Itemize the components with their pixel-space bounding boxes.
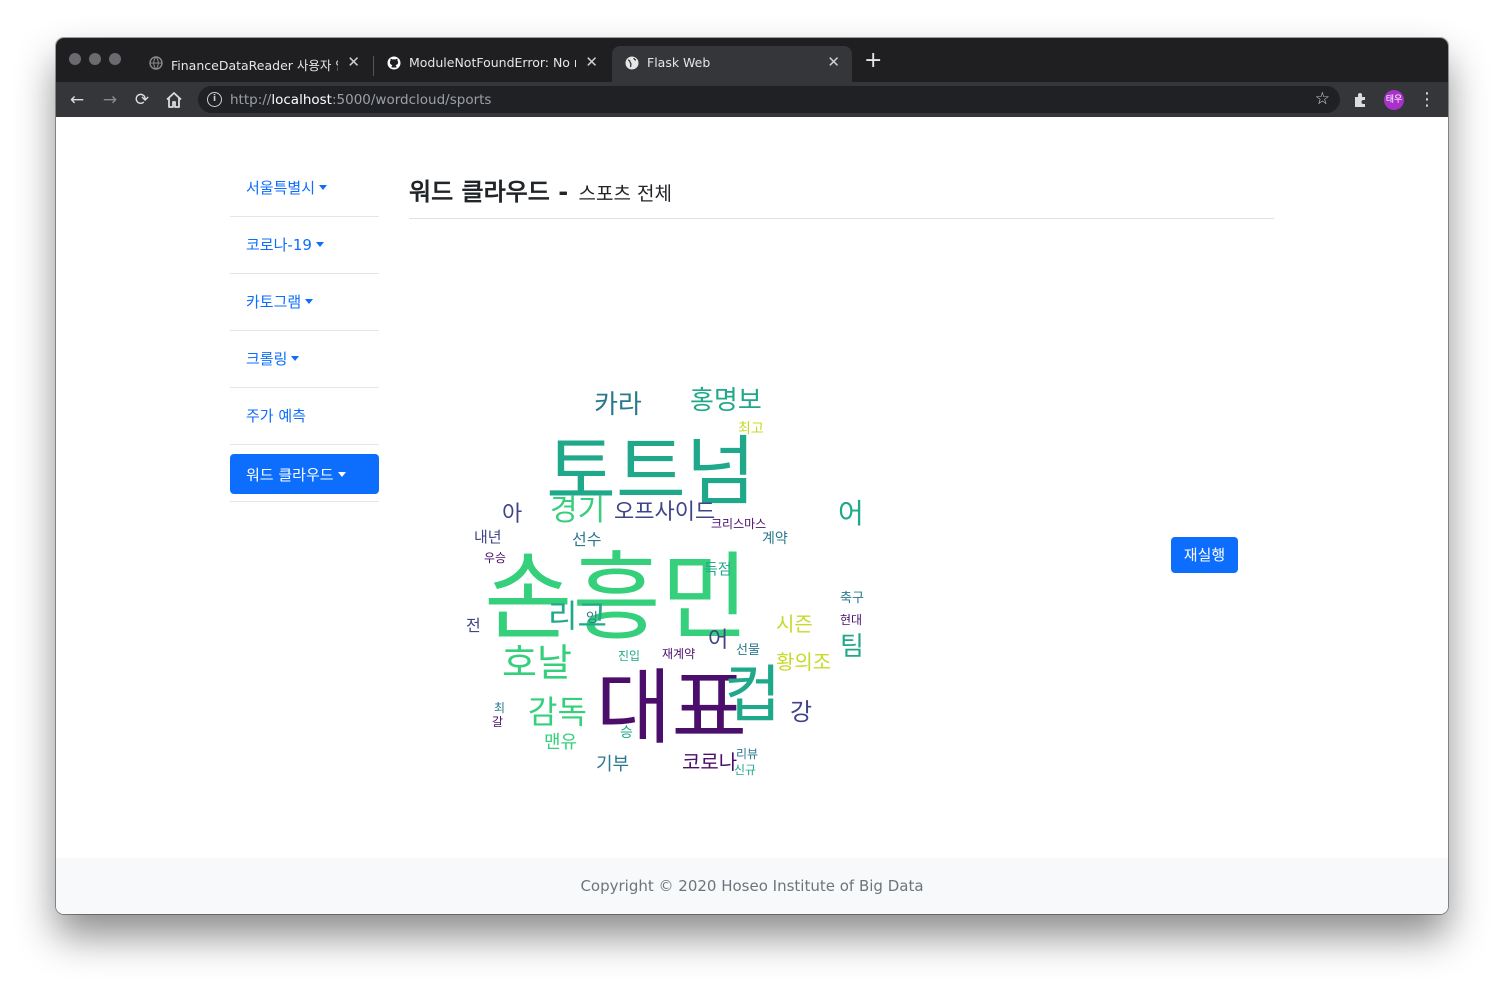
wordcloud-word: 계약 xyxy=(762,531,788,547)
close-icon[interactable]: ✕ xyxy=(585,53,598,71)
caret-down-icon xyxy=(337,472,346,477)
close-icon[interactable]: ✕ xyxy=(827,53,840,71)
wordcloud-word: 승 xyxy=(620,725,633,741)
globe-icon xyxy=(149,56,163,70)
reload-icon[interactable]: ⟳ xyxy=(131,89,153,111)
caret-down-icon xyxy=(305,299,314,304)
browser-window: FinanceDataReader 사용자 안내서 ✕ ModuleNotFou… xyxy=(56,38,1448,914)
profile-avatar[interactable]: 태우 xyxy=(1384,90,1404,110)
forward-arrow-icon[interactable]: → xyxy=(99,89,121,111)
url-prefix: http:// xyxy=(230,92,272,108)
page-footer: Copyright © 2020 Hoseo Institute of Big … xyxy=(56,858,1448,914)
wordcloud-word: 축구 xyxy=(840,591,864,606)
wordcloud-word: 크리스마스 xyxy=(711,517,767,531)
tab-finance[interactable]: FinanceDataReader 사용자 안내서 ✕ xyxy=(136,46,372,82)
wordcloud-image: 홍명보 카라 최고 토트넘 오프사이드 경기 아 크리스마스 어 내년 선수 우… xyxy=(456,382,976,802)
sidebar-item-label: 카토그램 xyxy=(246,293,302,311)
minimize-window-icon[interactable] xyxy=(89,53,101,65)
title-separator: - xyxy=(549,178,577,206)
home-icon[interactable] xyxy=(164,90,184,110)
wordcloud-word: 호날 xyxy=(502,641,572,685)
wordcloud-word: 잉 xyxy=(586,611,598,626)
browser-toolbar: ← → ⟳ i http://localhost:5000/wordcloud/… xyxy=(56,82,1448,117)
sidebar-item-cartogram[interactable]: 카토그램 xyxy=(230,274,379,331)
wordcloud-word: 어 xyxy=(708,628,729,653)
wordcloud-word: 홍명보 xyxy=(690,386,762,416)
wordcloud-word: 선물 xyxy=(736,643,760,658)
active-nav-pill[interactable]: 워드 클라우드 xyxy=(230,454,379,494)
wordcloud-word: 코로나 xyxy=(682,750,738,774)
sidebar-nav: 서울특별시 코로나-19 카토그램 크롤링 주가 예측 워드 클라우드 xyxy=(230,160,379,502)
wordcloud-word: 카라 xyxy=(594,390,642,420)
back-arrow-icon[interactable]: ← xyxy=(66,89,88,111)
wordcloud-word: 경기 xyxy=(550,493,606,528)
url-host: localhost xyxy=(271,92,332,108)
wordcloud-word: 팀 xyxy=(840,632,864,662)
url-path: :5000/wordcloud/sports xyxy=(331,92,492,108)
url-text: http://localhost:5000/wordcloud/sports xyxy=(230,92,491,108)
copyright-text: Copyright © 2020 Hoseo Institute of Big … xyxy=(580,877,924,895)
wordcloud-word: 아 xyxy=(502,502,523,527)
wordcloud-word: 어 xyxy=(838,497,864,530)
sidebar-item-label: 코로나-19 xyxy=(246,236,312,254)
tab-github[interactable]: ModuleNotFoundError: No module ✕ xyxy=(374,46,610,82)
title-divider xyxy=(409,218,1274,219)
page-content: 서울특별시 코로나-19 카토그램 크롤링 주가 예측 워드 클라우드 워드 클… xyxy=(56,117,1448,914)
caret-down-icon xyxy=(315,242,324,247)
wordcloud-word: 최 xyxy=(494,701,506,715)
extensions-puzzle-icon[interactable] xyxy=(1352,91,1370,109)
wordcloud-word: 전 xyxy=(466,616,481,635)
globe-icon xyxy=(625,56,639,70)
sidebar-item-stock-prediction[interactable]: 주가 예측 xyxy=(230,388,379,445)
github-icon xyxy=(387,56,401,70)
page-title: 워드 클라우드 - 스포츠 전체 xyxy=(409,172,672,207)
wordcloud-word: 맨유 xyxy=(544,732,578,753)
wordcloud-word: 득점 xyxy=(704,560,732,578)
bookmark-star-icon[interactable]: ☆ xyxy=(1315,89,1330,109)
tab-title: FinanceDataReader 사용자 안내서 xyxy=(171,58,338,73)
sidebar-item-label: 주가 예측 xyxy=(246,407,306,425)
wordcloud-word: 시즌 xyxy=(776,612,813,636)
wordcloud-word: 황의조 xyxy=(776,650,832,674)
new-tab-icon[interactable]: + xyxy=(864,50,882,72)
sidebar-item-wordcloud[interactable]: 워드 클라우드 xyxy=(230,445,379,502)
sidebar-item-label: 서울특별시 xyxy=(246,179,316,197)
page-subtitle: 스포츠 전체 xyxy=(578,183,672,205)
address-bar[interactable]: i http://localhost:5000/wordcloud/sports… xyxy=(198,86,1340,113)
wordcloud-word: 기부 xyxy=(596,754,630,775)
wordcloud-word: 오프사이드 xyxy=(614,500,716,525)
sidebar-item-label: 크롤링 xyxy=(246,350,288,368)
sidebar-item-seoul[interactable]: 서울특별시 xyxy=(230,160,379,217)
wordcloud-word: 감독 xyxy=(528,693,587,731)
tab-bar: FinanceDataReader 사용자 안내서 ✕ ModuleNotFou… xyxy=(56,38,1448,82)
rerun-button[interactable]: 재실행 xyxy=(1171,537,1238,573)
sidebar-item-crawling[interactable]: 크롤링 xyxy=(230,331,379,388)
wordcloud-word: 리뷰 xyxy=(736,747,759,761)
caret-down-icon xyxy=(291,356,300,361)
sidebar-item-covid[interactable]: 코로나-19 xyxy=(230,217,379,274)
tab-flask-web[interactable]: Flask Web ✕ xyxy=(612,46,852,82)
wordcloud-word: 재계약 xyxy=(662,647,696,661)
wordcloud-word: 강 xyxy=(790,698,813,726)
close-icon[interactable]: ✕ xyxy=(347,53,360,71)
close-window-icon[interactable] xyxy=(69,53,81,65)
info-icon[interactable]: i xyxy=(207,92,222,107)
menu-kebab-icon[interactable]: ⋮ xyxy=(1416,89,1438,111)
zoom-window-icon[interactable] xyxy=(109,53,121,65)
wordcloud-word: 갈 xyxy=(492,715,504,729)
wordcloud-word: 현대 xyxy=(840,613,863,627)
tab-title: ModuleNotFoundError: No module xyxy=(409,55,576,70)
tab-title: Flask Web xyxy=(647,55,711,70)
wordcloud-word: 리그 xyxy=(548,597,607,635)
sidebar-item-label: 워드 클라우드 xyxy=(246,466,334,484)
wordcloud-word: 컵 xyxy=(724,658,782,731)
wordcloud-word: 신규 xyxy=(734,763,757,777)
page-title-main: 워드 클라우드 xyxy=(409,178,550,206)
caret-down-icon xyxy=(319,185,328,190)
